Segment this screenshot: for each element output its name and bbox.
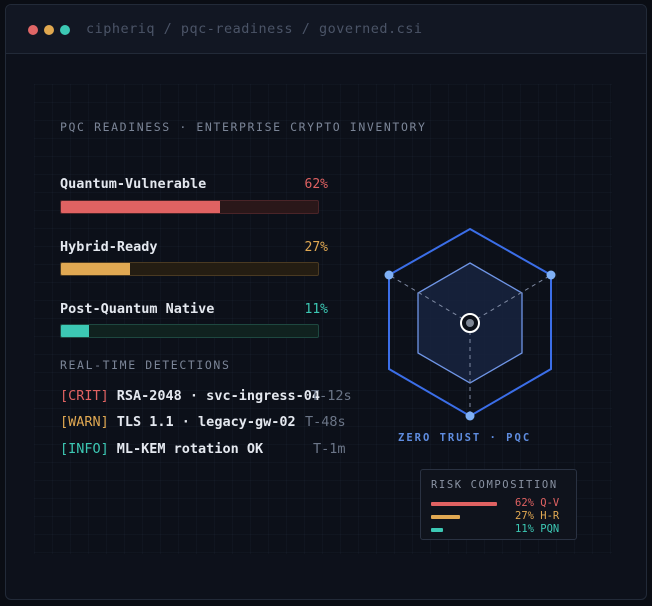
detection-time: T-1m <box>313 441 346 457</box>
window-path: cipheriq / pqc-readiness / governed.csi <box>86 21 423 37</box>
title-bar: cipheriq / pqc-readiness / governed.csi <box>6 5 646 54</box>
metric-label-post-quantum-native: Post-Quantum Native <box>60 301 215 317</box>
metric-bar-quantum-vulnerable <box>60 200 319 214</box>
metric-bar-fill-post-quantum-native <box>61 325 90 337</box>
legend-bar-post-quantum-native <box>431 528 443 532</box>
detection-message: TLS 1.1 · legacy-gw-02 <box>116 414 296 430</box>
metric-percent-quantum-vulnerable: 62% <box>304 177 328 192</box>
legend-text-hybrid-ready: 27% H-R <box>515 510 560 522</box>
legend-bar-quantum-vulnerable <box>431 502 497 506</box>
close-window-button[interactable] <box>28 25 38 35</box>
minimize-window-button[interactable] <box>44 25 54 35</box>
metric-percent-post-quantum-native: 11% <box>304 302 328 317</box>
detection-row-info[interactable]: [INFO] ML-KEM rotation OK <box>60 441 263 457</box>
detection-message: RSA-2048 · svc-ingress-04 <box>116 388 320 404</box>
radar-node-right <box>546 270 556 280</box>
metric-label-hybrid-ready: Hybrid-Ready <box>60 239 158 255</box>
radar-node-bottom <box>465 411 475 421</box>
metric-percent-hybrid-ready: 27% <box>304 240 328 255</box>
detection-time: T-48s <box>305 414 346 430</box>
detections-heading: REAL-TIME DETECTIONS <box>60 358 231 372</box>
metric-bar-post-quantum-native <box>60 324 319 338</box>
legend-text-quantum-vulnerable: 62% Q-V <box>515 497 560 509</box>
legend-text-post-quantum-native: 11% PQN <box>515 523 560 535</box>
detection-tag: [INFO] <box>60 441 109 457</box>
detection-row-warn[interactable]: [WARN] TLS 1.1 · legacy-gw-02 <box>60 414 296 430</box>
metric-bar-fill-hybrid-ready <box>61 263 131 275</box>
metric-bar-fill-quantum-vulnerable <box>61 201 221 213</box>
detection-time: T-12s <box>311 388 352 404</box>
detection-tag: [CRIT] <box>60 388 109 404</box>
metric-bar-hybrid-ready <box>60 262 319 276</box>
maximize-window-button[interactable] <box>60 25 70 35</box>
zero-trust-radar <box>384 227 556 421</box>
panel-heading: PQC READINESS · ENTERPRISE CRYPTO INVENT… <box>60 120 427 134</box>
radar-core-dot <box>466 319 474 327</box>
radar-node-left <box>384 270 394 280</box>
risk-composition-legend: RISK COMPOSITION 62% Q-V 27% H-R 11% PQN <box>420 469 577 540</box>
legend-title: RISK COMPOSITION <box>431 479 558 491</box>
detection-message: ML-KEM rotation OK <box>116 441 264 457</box>
metric-label-quantum-vulnerable: Quantum-Vulnerable <box>60 176 207 192</box>
radar-caption: ZERO TRUST · PQC <box>398 432 532 444</box>
legend-bar-hybrid-ready <box>431 515 460 519</box>
detection-row-crit[interactable]: [CRIT] RSA-2048 · svc-ingress-04 <box>60 388 320 404</box>
detection-tag: [WARN] <box>60 414 109 430</box>
